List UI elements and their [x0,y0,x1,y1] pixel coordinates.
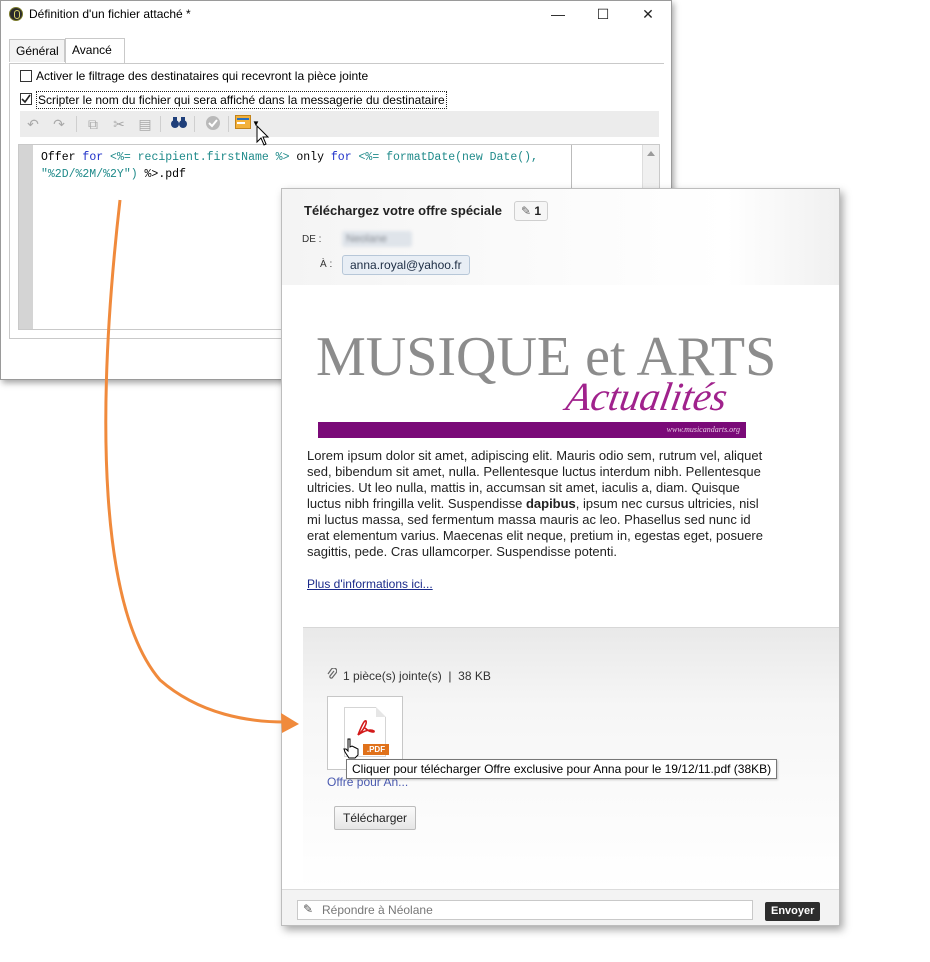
toolbar-separator [228,116,229,132]
pdf-tag: .PDF [363,744,389,755]
banner-url: www.musicandarts.org [666,425,740,434]
to-recipient[interactable]: anna.royal@yahoo.fr [342,255,470,275]
code-content: Offer for <%= recipient.firstName %> onl… [41,151,538,181]
attachments-summary: 1 pièce(s) jointe(s) | 38 KB [327,667,491,683]
download-tooltip: Cliquer pour télécharger Offre exclusive… [346,759,778,779]
email-preview: Téléchargez votre offre spéciale ✎ 1 DE … [281,188,840,926]
tab-general[interactable]: Général [9,39,65,62]
title-bar: Définition d'un fichier attaché * — ☐ ✕ [1,1,671,29]
attachments-section: 1 pièce(s) jointe(s) | 38 KB .PDF Offre … [303,627,839,890]
attachment-count-badge[interactable]: ✎ 1 [514,201,549,221]
editor-toolbar: ↶ ↷ ⧉ ✂ ▤ ▼ [20,111,659,137]
more-info-link[interactable]: Plus d'informations ici... [307,577,433,591]
paste-icon[interactable]: ▤ [136,115,154,133]
binoculars-glyph [171,117,187,128]
banner-script: Actualités [563,374,731,419]
script-filename-checkbox[interactable] [20,93,32,105]
dialog-title: Définition d'un fichier attaché * [29,7,191,21]
check-circle-glyph [206,116,220,130]
banner-bar: www.musicandarts.org [318,422,746,438]
attachment-count: 1 [534,204,542,218]
paperclip-icon [327,667,338,683]
toolbar-separator [76,116,77,132]
reply-bar: ✎ Répondre à Néolane Envoyer [282,889,839,925]
check-icon[interactable] [204,115,222,133]
from-value: Neolane [342,231,412,247]
tab-advanced[interactable]: Avancé [65,38,125,63]
email-header: Téléchargez votre offre spéciale ✎ 1 DE … [282,189,839,285]
email-subject: Téléchargez votre offre spéciale [304,203,502,218]
filter-recipients-checkbox[interactable] [20,70,32,82]
close-button[interactable]: ✕ [633,5,663,25]
redo-icon[interactable]: ↷ [50,115,68,133]
script-filename-label: Scripter le nom du fichier qui sera affi… [36,91,447,109]
send-button[interactable]: Envoyer [765,902,821,921]
filter-recipients-label: Activer le filtrage des destinataires qu… [36,69,369,83]
toolbar-separator [160,116,161,132]
personalization-icon[interactable] [234,115,252,133]
minimize-button[interactable]: — [543,5,573,25]
editor-gutter [19,145,33,329]
from-label: DE : [302,234,322,245]
hand-pointer-icon [343,738,359,759]
checkmark-icon [21,94,31,104]
binoculars-icon[interactable] [170,115,188,133]
cut-icon[interactable]: ✂ [110,115,128,133]
pencil-icon: ✎ [303,902,314,916]
paperclip-icon: ✎ [521,204,532,218]
undo-icon[interactable]: ↶ [24,115,42,133]
email-body-text: Lorem ipsum dolor sit amet, adipiscing e… [307,448,763,559]
mouse-pointer-icon [256,125,270,146]
maximize-button[interactable]: ☐ [588,5,618,25]
toolbar-separator [194,116,195,132]
download-button[interactable]: Télécharger [334,806,417,830]
reply-placeholder: Répondre à Néolane [322,903,433,917]
to-label: À : [320,259,333,270]
copy-icon[interactable]: ⧉ [84,115,102,133]
reply-input[interactable]: ✎ Répondre à Néolane [297,900,753,920]
app-icon [9,7,23,21]
personalization-glyph [235,115,251,129]
